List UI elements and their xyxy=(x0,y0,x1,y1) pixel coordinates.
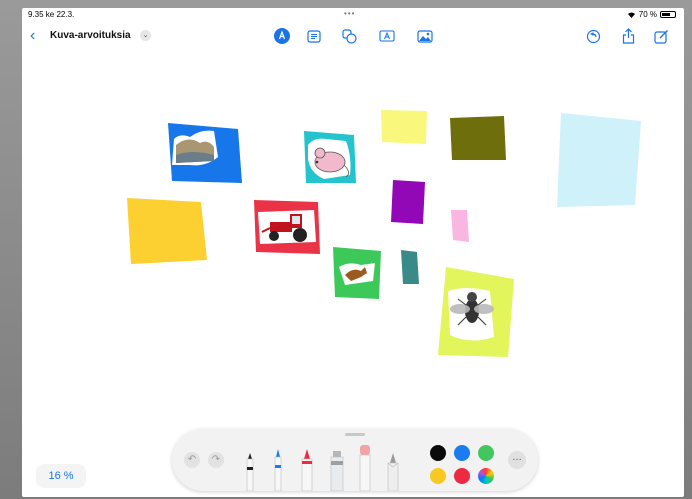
redo-button[interactable]: ↷ xyxy=(208,452,224,468)
purple-note[interactable] xyxy=(389,178,427,226)
zoom-level-indicator[interactable]: 16 % xyxy=(36,464,86,488)
more-options-button[interactable]: … xyxy=(508,451,526,469)
edit-icon[interactable] xyxy=(652,27,670,45)
media-icon[interactable] xyxy=(416,27,434,45)
color-swatch-red[interactable] xyxy=(454,468,470,484)
cyan-mouse-card[interactable] xyxy=(302,129,358,185)
freeform-screen: 9.35 ke 22.3. ••• 70 % ‹ Kuva-arvoituksi… xyxy=(22,8,684,497)
eraser-tool[interactable] xyxy=(358,443,372,491)
back-button[interactable]: ‹ xyxy=(30,28,35,44)
top-bar: ‹ Kuva-arvoituksia ⌄ xyxy=(22,26,684,48)
fineliner-tool[interactable] xyxy=(272,447,284,491)
color-swatch-green[interactable] xyxy=(478,445,494,461)
drawing-toolbar: ↶ ↷ … xyxy=(172,429,538,491)
pencil-tool[interactable] xyxy=(386,451,400,491)
color-swatch-yellow[interactable] xyxy=(430,468,446,484)
green-animal-card[interactable] xyxy=(331,245,383,301)
status-time-date: 9.35 ke 22.3. xyxy=(28,10,75,19)
blue-photo-card[interactable] xyxy=(166,121,244,185)
battery-percent: 70 % xyxy=(638,10,657,19)
lime-fly-card[interactable] xyxy=(436,265,516,359)
wifi-icon xyxy=(627,12,635,18)
color-swatch-blue[interactable] xyxy=(454,445,470,461)
title-menu-chevron-icon[interactable]: ⌄ xyxy=(140,30,151,41)
shapes-icon[interactable] xyxy=(340,27,358,45)
text-icon[interactable] xyxy=(378,27,396,45)
board-title[interactable]: Kuva-arvoituksia xyxy=(50,30,131,41)
undo-history-icon[interactable] xyxy=(584,27,602,45)
toolbar-drag-handle[interactable] xyxy=(345,433,365,436)
marker-tool[interactable] xyxy=(300,447,314,491)
share-icon[interactable] xyxy=(619,27,637,45)
text-box-icon[interactable] xyxy=(305,27,323,45)
pen-tool-icon[interactable] xyxy=(273,27,291,45)
pale-yellow-note[interactable] xyxy=(379,108,429,146)
device-frame: 9.35 ke 22.3. ••• 70 % ‹ Kuva-arvoituksi… xyxy=(0,0,692,499)
status-bar: 9.35 ke 22.3. ••• 70 % xyxy=(22,8,684,22)
highlighter-tool[interactable] xyxy=(329,449,345,491)
yellow-note[interactable] xyxy=(125,196,209,266)
status-right: 70 % xyxy=(627,10,676,19)
light-blue-note[interactable] xyxy=(555,111,645,207)
battery-icon xyxy=(660,11,676,18)
color-picker-multicolor[interactable] xyxy=(478,468,494,484)
undo-button[interactable]: ↶ xyxy=(184,452,200,468)
color-swatch-black[interactable] xyxy=(430,445,446,461)
pen-tool[interactable] xyxy=(244,451,256,491)
multitasking-dots[interactable]: ••• xyxy=(344,9,355,18)
olive-note[interactable] xyxy=(448,114,508,162)
teal-note[interactable] xyxy=(399,248,421,286)
pink-note[interactable] xyxy=(449,208,471,244)
red-tractor-card[interactable] xyxy=(252,198,322,256)
